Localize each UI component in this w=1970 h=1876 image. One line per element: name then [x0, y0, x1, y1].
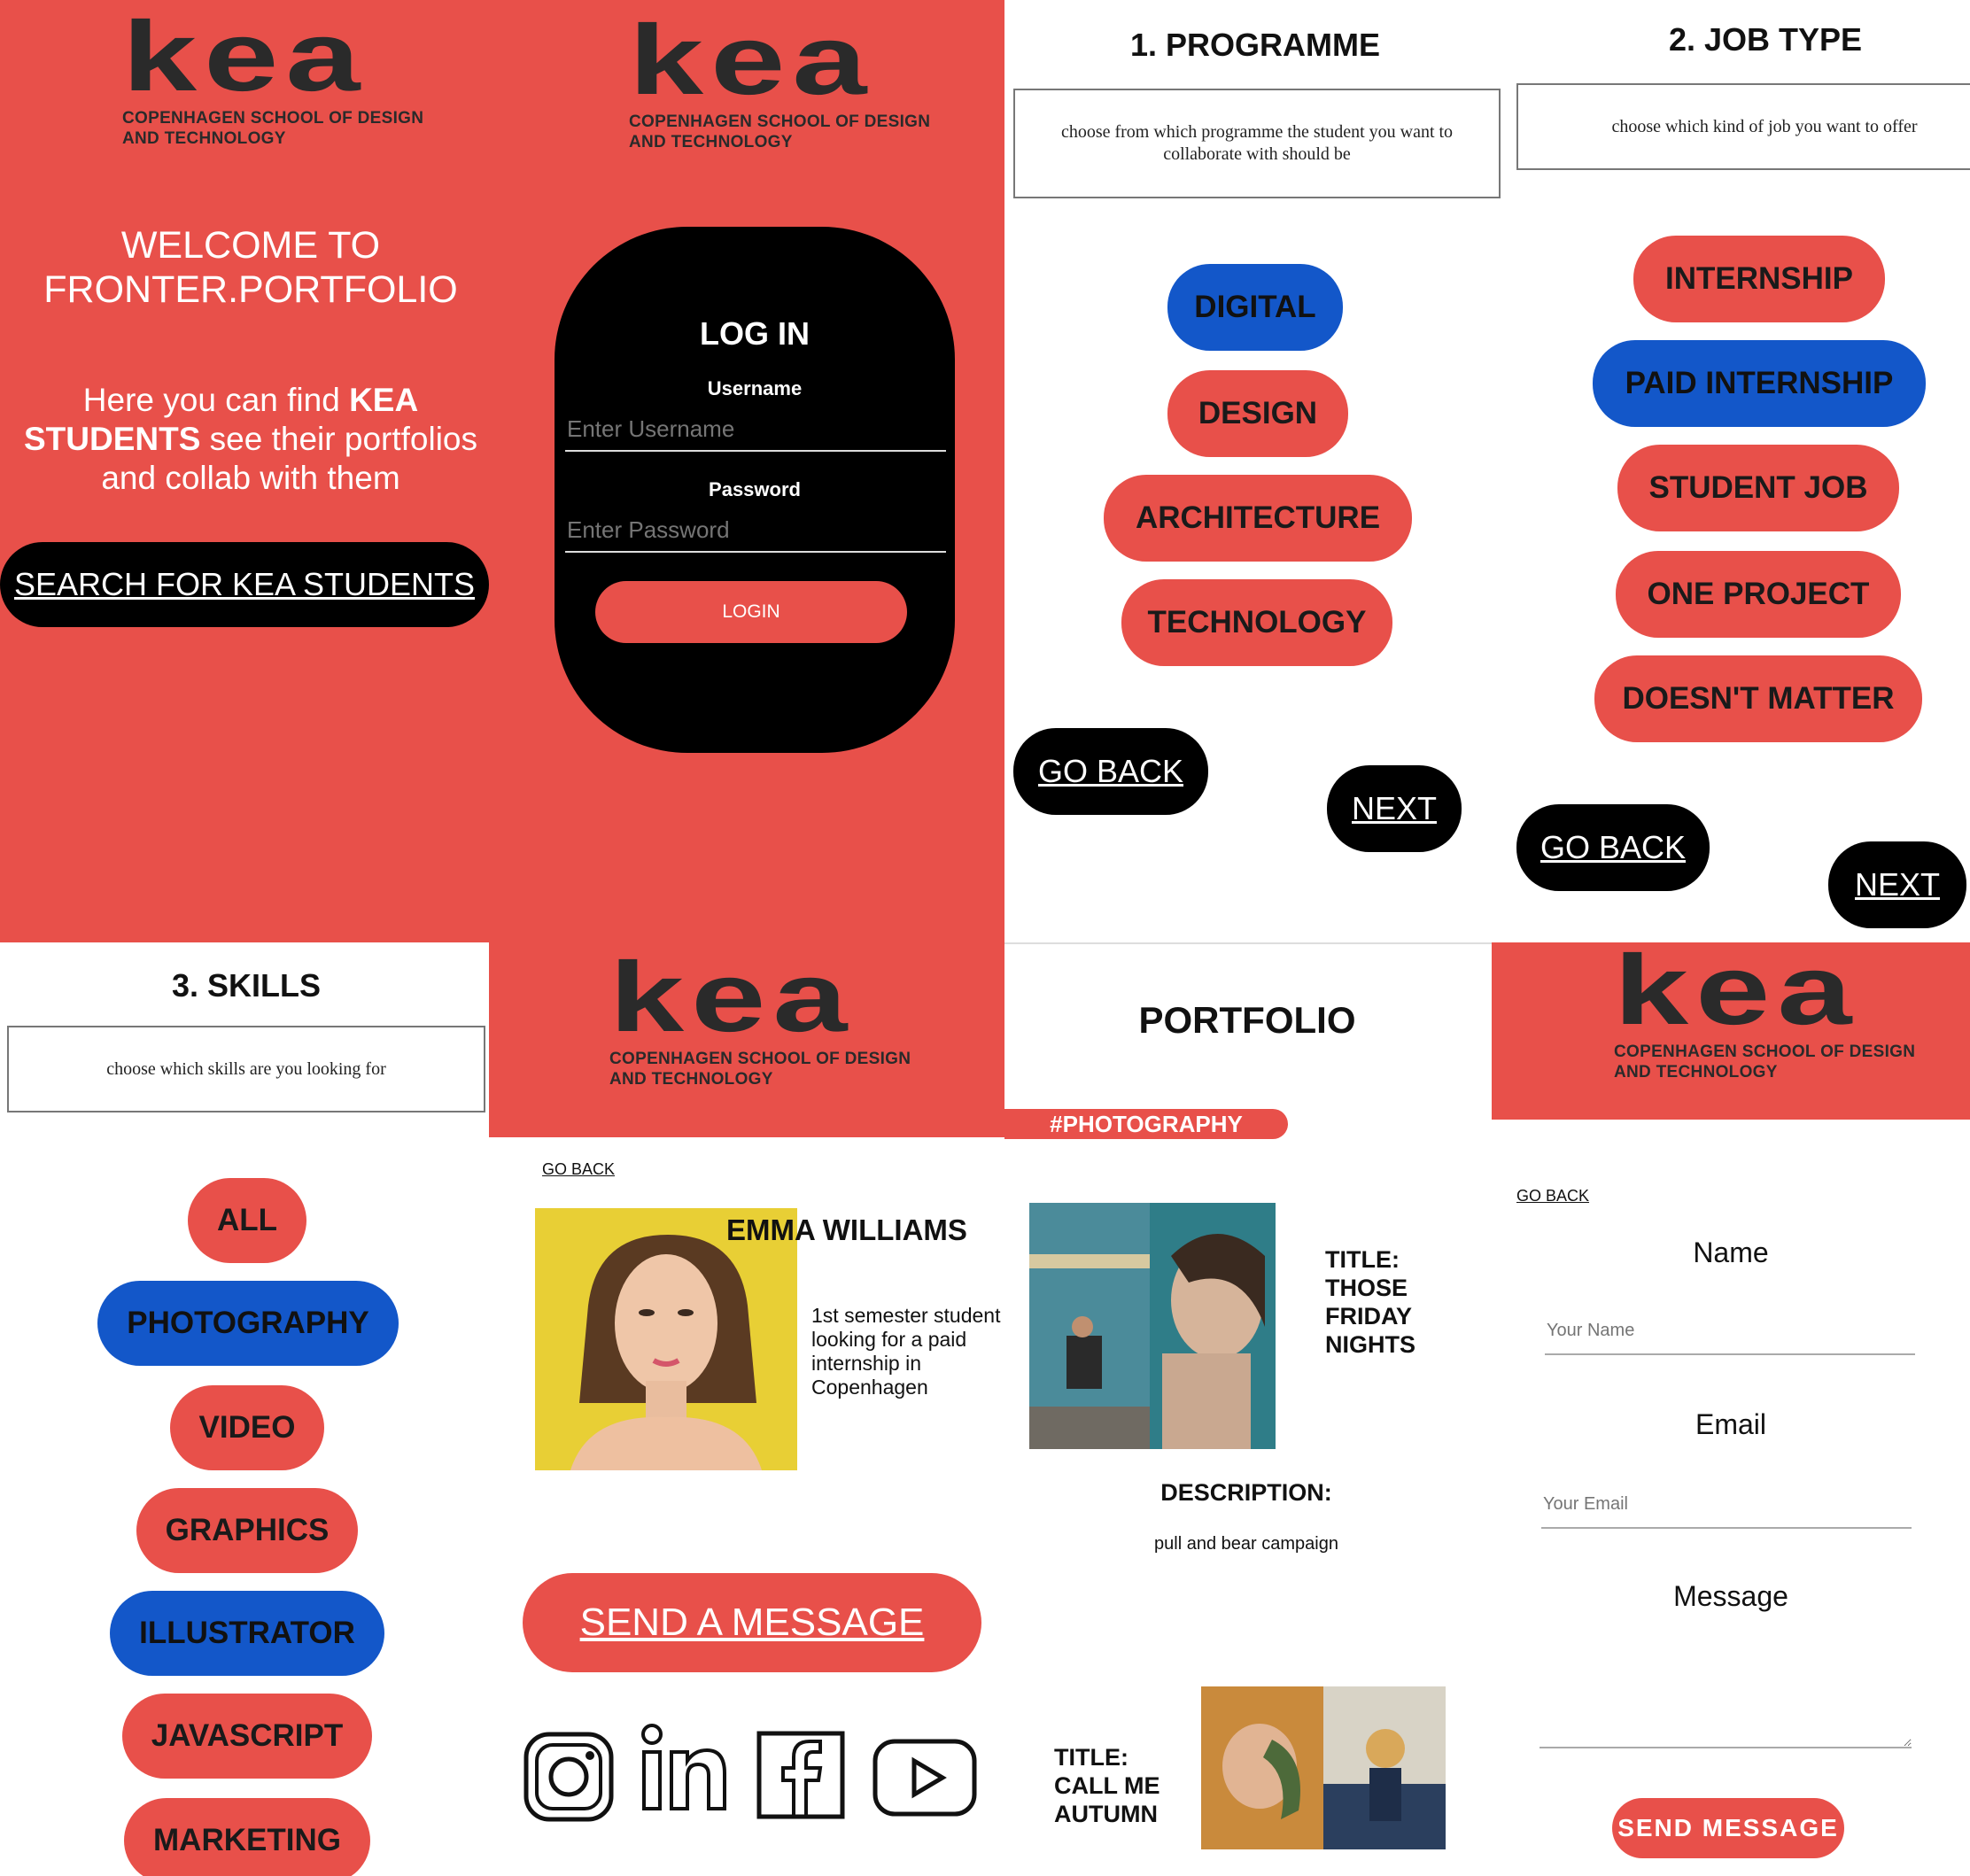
- password-input[interactable]: [565, 508, 946, 553]
- name-input[interactable]: [1545, 1307, 1915, 1355]
- student-photo: [535, 1208, 797, 1470]
- next-button[interactable]: NEXT: [1828, 841, 1966, 928]
- programme-instruction: choose from which programme the student …: [1013, 89, 1501, 198]
- job-type-instruction: choose which kind of job you want to off…: [1516, 83, 1970, 170]
- kea-logo: kea COPENHAGEN SCHOOL OF DESIGN AND TECH…: [629, 4, 931, 152]
- kea-logo: kea COPENHAGEN SCHOOL OF DESIGN AND TECH…: [122, 1, 424, 149]
- welcome-screen: kea COPENHAGEN SCHOOL OF DESIGN AND TECH…: [0, 0, 501, 942]
- message-label: Message: [1673, 1580, 1788, 1612]
- profile-screen: kea COPENHAGEN SCHOOL OF DESIGN AND TECH…: [489, 942, 1004, 1876]
- job-type-title: 2. JOB TYPE: [1668, 21, 1863, 58]
- description-label: DESCRIPTION:: [1160, 1479, 1332, 1506]
- option-architecture[interactable]: ARCHITECTURE: [1104, 475, 1412, 562]
- password-label: Password: [709, 478, 801, 500]
- welcome-title: WELCOME TO FRONTER.PORTFOLIO: [43, 224, 458, 311]
- login-screen: kea COPENHAGEN SCHOOL OF DESIGN AND TECH…: [501, 0, 1004, 942]
- contact-screen: kea COPENHAGEN SCHOOL OF DESIGN AND TECH…: [1492, 942, 1970, 1876]
- next-button[interactable]: NEXT: [1327, 765, 1462, 852]
- option-paid-internship[interactable]: PAID INTERNSHIP: [1593, 340, 1926, 427]
- email-label: Email: [1695, 1408, 1766, 1440]
- option-design[interactable]: DESIGN: [1167, 370, 1348, 457]
- skill-javascript[interactable]: JAVASCRIPT: [122, 1694, 372, 1779]
- job-type-screen: 2. JOB TYPE choose which kind of job you…: [1506, 0, 1970, 942]
- skills-title: 3. SKILLS: [171, 967, 322, 1004]
- instagram-icon[interactable]: [523, 1731, 615, 1823]
- login-card: LOG IN Username Password LOGIN: [555, 227, 955, 753]
- item1-title: TITLE: THOSE FRIDAY NIGHTS: [1325, 1246, 1416, 1358]
- go-back-button[interactable]: GO BACK: [1013, 728, 1208, 815]
- go-back-link[interactable]: GO BACK: [1516, 1187, 1589, 1205]
- option-digital[interactable]: DIGITAL: [1167, 264, 1343, 351]
- portfolio-photo-2[interactable]: [1201, 1686, 1446, 1849]
- portfolio-title: PORTFOLIO: [1138, 999, 1356, 1041]
- login-button[interactable]: LOGIN: [595, 581, 907, 643]
- option-student-job[interactable]: STUDENT JOB: [1617, 445, 1899, 531]
- skills-instruction: choose which skills are you looking for: [7, 1026, 485, 1112]
- skill-video[interactable]: VIDEO: [170, 1385, 324, 1470]
- tag-photography[interactable]: #PHOTOGRAPHY: [1004, 1109, 1288, 1139]
- kea-logo: kea COPENHAGEN SCHOOL OF DESIGN AND TECH…: [609, 942, 911, 1089]
- description-text: pull and bear campaign: [1154, 1534, 1338, 1554]
- option-doesnt-matter[interactable]: DOESN'T MATTER: [1594, 655, 1922, 742]
- skill-marketing[interactable]: MARKETING: [124, 1798, 370, 1876]
- name-label: Name: [1693, 1236, 1769, 1268]
- skill-graphics[interactable]: GRAPHICS: [136, 1488, 358, 1573]
- facebook-icon[interactable]: [756, 1731, 845, 1819]
- send-message-button[interactable]: SEND MESSAGE: [1612, 1798, 1844, 1858]
- header-banner: kea COPENHAGEN SCHOOL OF DESIGN AND TECH…: [1492, 942, 1970, 1120]
- header-banner: kea COPENHAGEN SCHOOL OF DESIGN AND TECH…: [489, 942, 1004, 1137]
- programme-screen: 1. PROGRAMME choose from which programme…: [1004, 0, 1506, 942]
- option-one-project[interactable]: ONE PROJECT: [1616, 551, 1901, 638]
- option-internship[interactable]: INTERNSHIP: [1633, 236, 1885, 322]
- email-input[interactable]: [1541, 1481, 1912, 1529]
- student-bio: 1st semester student looking for a paid …: [811, 1304, 1001, 1399]
- username-input[interactable]: [565, 407, 946, 452]
- kea-logo: kea COPENHAGEN SCHOOL OF DESIGN AND TECH…: [1614, 942, 1916, 1081]
- skill-illustrator[interactable]: ILLUSTRATOR: [110, 1591, 384, 1676]
- send-a-message-button[interactable]: SEND A MESSAGE: [523, 1573, 981, 1672]
- message-textarea[interactable]: [1540, 1633, 1912, 1748]
- go-back-button[interactable]: GO BACK: [1516, 804, 1710, 891]
- student-name: EMMA WILLIAMS: [726, 1213, 967, 1246]
- login-title: LOG IN: [700, 315, 810, 352]
- option-technology[interactable]: TECHNOLOGY: [1121, 579, 1392, 666]
- skill-all[interactable]: ALL: [188, 1178, 306, 1263]
- skills-screen: 3. SKILLS choose which skills are you lo…: [0, 942, 489, 1876]
- linkedin-icon[interactable]: [640, 1724, 728, 1816]
- portfolio-screen: PORTFOLIO #PHOTOGRAPHY TITLE: THOSE FRID…: [1004, 942, 1492, 1876]
- username-label: Username: [707, 377, 803, 399]
- search-students-button[interactable]: SEARCH FOR KEA STUDENTS: [0, 542, 489, 627]
- youtube-icon[interactable]: [872, 1738, 978, 1818]
- skill-photography[interactable]: PHOTOGRAPHY: [97, 1281, 399, 1366]
- item2-title: TITLE: CALL ME AUTUMN: [1054, 1744, 1160, 1827]
- programme-title: 1. PROGRAMME: [1129, 27, 1381, 63]
- portfolio-photo-1[interactable]: [1029, 1203, 1276, 1449]
- go-back-link[interactable]: GO BACK: [542, 1160, 615, 1179]
- welcome-intro: Here you can find KEA STUDENTS see their…: [23, 382, 477, 496]
